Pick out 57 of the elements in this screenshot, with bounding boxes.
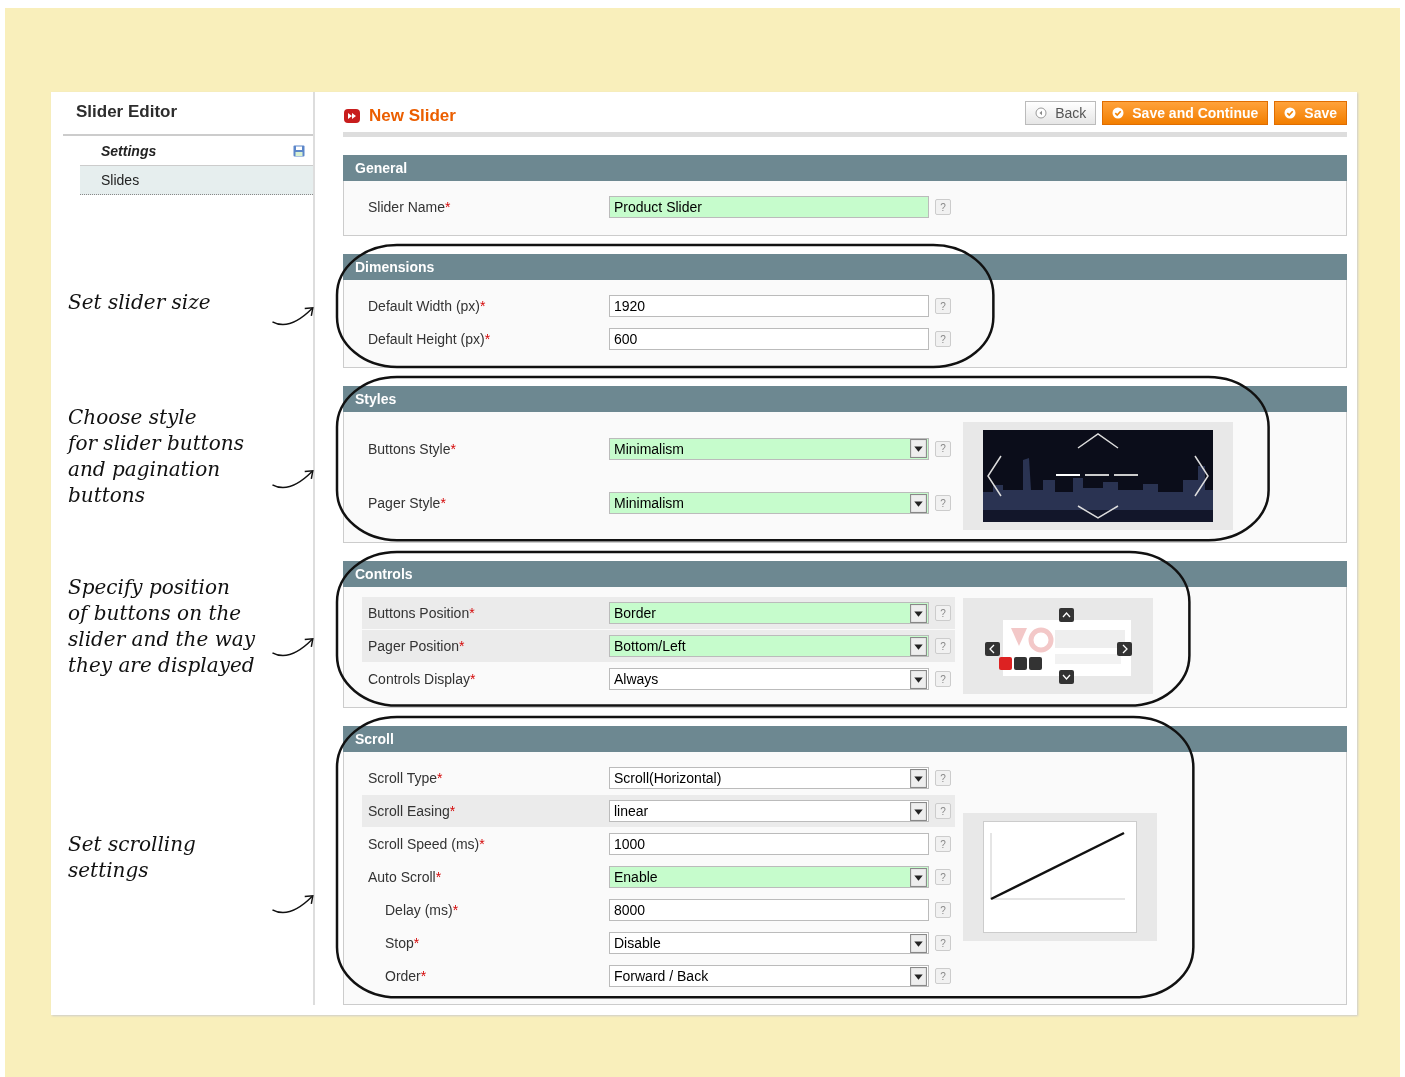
annotation-note: Set scrolling settings: [68, 830, 197, 883]
field-label: Controls Display*: [368, 671, 477, 687]
select-field[interactable]: Minimalism: [609, 437, 929, 460]
caret-icon: [910, 768, 927, 788]
field-label: Scroll Easing*: [368, 803, 457, 819]
select-field[interactable]: Forward / Back: [609, 965, 929, 987]
caret-icon: [910, 867, 927, 887]
back-icon: [1035, 107, 1048, 119]
caret-icon: [910, 801, 927, 821]
field-label: Delay (ms)*: [384, 902, 460, 918]
input-field[interactable]: 600: [609, 328, 929, 350]
select-field[interactable]: Bottom/Left: [609, 635, 929, 657]
caret-icon: [910, 603, 927, 623]
annotation-note: Set slider size: [68, 289, 212, 315]
caret-icon: [910, 933, 927, 953]
input-field[interactable]: 8000: [609, 899, 929, 921]
caret-icon: [910, 966, 927, 986]
field-label: Pager Position*: [368, 638, 466, 654]
input-field[interactable]: 1000: [609, 833, 929, 855]
section-header: Controls: [343, 561, 1347, 587]
section-header: Dimensions: [343, 254, 1347, 280]
field-label: Auto Scroll*: [368, 869, 443, 885]
action-button[interactable]: Back: [1025, 101, 1097, 125]
check-icon: [1112, 107, 1125, 119]
field-label: Scroll Speed (ms)*: [368, 836, 486, 852]
field-label: Default Height (px)*: [368, 331, 492, 347]
input-field[interactable]: 1920: [609, 295, 929, 317]
page-title: New Slider: [369, 106, 456, 126]
field-label: Buttons Position*: [368, 605, 476, 621]
caret-icon: [910, 636, 927, 656]
select-field[interactable]: Border: [609, 602, 929, 624]
save-icon: [293, 145, 305, 157]
field-label: Scroll Type*: [368, 770, 444, 786]
select-field[interactable]: Minimalism: [609, 492, 929, 515]
field-label: Order*: [384, 968, 428, 984]
annotation-note: Specify position of buttons on the slider and the way they are displayed: [68, 573, 257, 678]
select-field[interactable]: linear: [609, 800, 929, 822]
caret-icon: [910, 669, 927, 689]
select-field[interactable]: Enable: [609, 866, 929, 888]
input-field[interactable]: Product Slider: [609, 196, 929, 218]
sidebar-tab[interactable]: Slides: [80, 165, 313, 195]
field-label: Buttons Style*: [368, 440, 457, 457]
field-label: Pager Style*: [368, 495, 447, 512]
select-field[interactable]: Disable: [609, 932, 929, 954]
select-field[interactable]: Scroll(Horizontal): [609, 767, 929, 789]
field-label: Stop*: [384, 935, 421, 951]
section-header: General: [343, 155, 1347, 181]
field-label: Slider Name*: [368, 199, 452, 215]
slider-icon: [343, 107, 361, 125]
select-field[interactable]: Always: [609, 668, 929, 690]
check-icon: [1284, 107, 1297, 119]
section-header: Scroll: [343, 726, 1347, 752]
section-header: Styles: [343, 386, 1347, 412]
caret-icon: [910, 439, 927, 459]
field-label: Default Width (px)*: [368, 298, 487, 314]
annotation-note: Choose style for slider buttons and pagination buttons: [68, 403, 245, 508]
caret-icon: [910, 493, 927, 513]
